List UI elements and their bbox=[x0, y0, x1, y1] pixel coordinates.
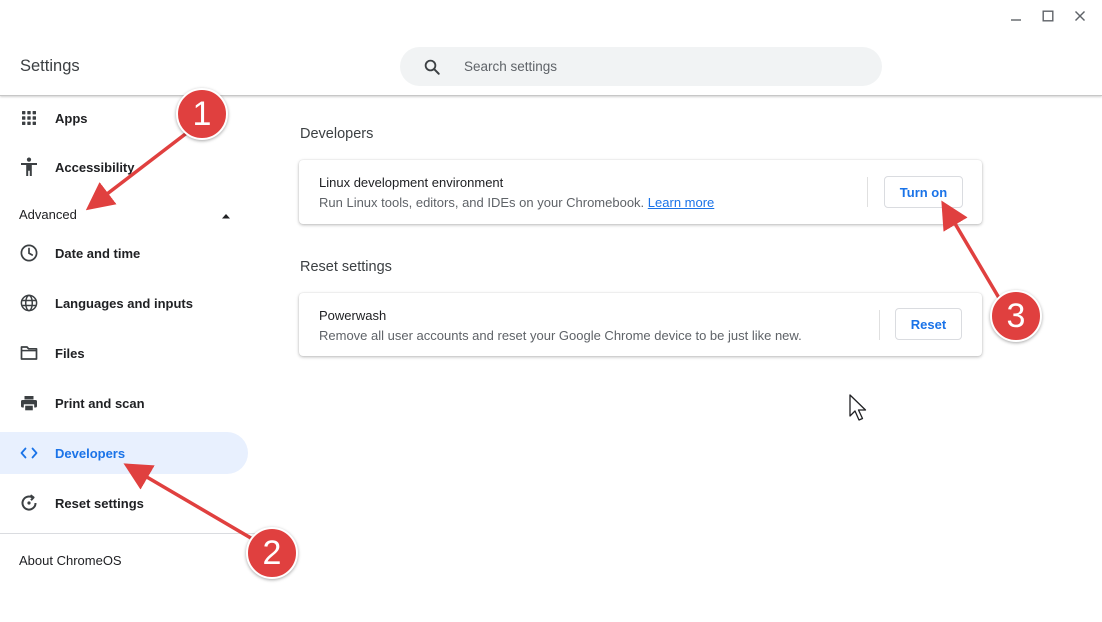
sidebar-item-developers[interactable]: Developers bbox=[0, 432, 248, 474]
sidebar-nav: Apps Accessibility Advanced Date and tim… bbox=[0, 97, 260, 622]
developers-heading: Developers bbox=[300, 126, 374, 142]
sidebar-item-reset-settings[interactable]: Reset settings bbox=[0, 482, 248, 524]
minimize-icon[interactable] bbox=[1000, 6, 1032, 26]
code-brackets-icon bbox=[19, 443, 39, 463]
learn-more-link[interactable]: Learn more bbox=[648, 195, 714, 210]
turn-on-button[interactable]: Turn on bbox=[884, 176, 963, 208]
caret-up-icon bbox=[221, 207, 231, 222]
reset-button[interactable]: Reset bbox=[895, 308, 962, 340]
search-icon[interactable] bbox=[400, 58, 464, 76]
window-controls bbox=[1000, 6, 1096, 26]
annotation-badge-2: 2 bbox=[246, 527, 298, 579]
sidebar-item-files[interactable]: Files bbox=[0, 332, 248, 374]
search-input[interactable] bbox=[464, 59, 844, 74]
powerwash-description: Remove all user accounts and reset your … bbox=[319, 328, 802, 343]
close-icon[interactable] bbox=[1064, 6, 1096, 26]
card-divider bbox=[879, 310, 880, 340]
sidebar-item-print-and-scan[interactable]: Print and scan bbox=[0, 382, 248, 424]
accessibility-icon bbox=[19, 157, 39, 177]
linux-dev-title: Linux development environment bbox=[319, 175, 504, 190]
printer-icon bbox=[19, 393, 39, 413]
apps-grid-icon bbox=[19, 108, 39, 128]
folder-icon bbox=[19, 343, 39, 363]
globe-icon bbox=[19, 293, 39, 313]
reset-icon bbox=[19, 493, 39, 513]
sidebar-item-label: Developers bbox=[55, 445, 126, 461]
mouse-cursor-icon bbox=[849, 394, 869, 427]
annotation-badge-3: 3 bbox=[990, 290, 1042, 342]
maximize-icon[interactable] bbox=[1032, 6, 1064, 26]
app-title: Settings bbox=[20, 57, 80, 75]
linux-dev-description-row: Run Linux tools, editors, and IDEs on yo… bbox=[319, 195, 714, 210]
sidebar-item-label: Date and time bbox=[55, 245, 141, 261]
sidebar-item-about-chromeos[interactable]: About ChromeOS bbox=[19, 553, 122, 568]
reset-settings-heading: Reset settings bbox=[300, 259, 392, 275]
annotation-badge-1: 1 bbox=[176, 88, 228, 140]
powerwash-title: Powerwash bbox=[319, 308, 387, 323]
sidebar-item-label: Files bbox=[55, 345, 85, 361]
header-bar: Settings bbox=[0, 0, 1102, 96]
sidebar-item-label: Print and scan bbox=[55, 395, 145, 411]
sidebar-item-label: Languages and inputs bbox=[55, 295, 193, 311]
search-box[interactable] bbox=[400, 47, 882, 86]
card-divider bbox=[867, 177, 868, 207]
sidebar-item-languages-and-inputs[interactable]: Languages and inputs bbox=[0, 282, 248, 324]
advanced-section-label: Advanced bbox=[19, 206, 77, 222]
sidebar-divider bbox=[0, 533, 260, 534]
powerwash-card: Powerwash Remove all user accounts and r… bbox=[299, 293, 982, 356]
advanced-section-toggle[interactable]: Advanced bbox=[19, 202, 231, 226]
sidebar-item-label: Accessibility bbox=[55, 159, 135, 175]
sidebar-item-accessibility[interactable]: Accessibility bbox=[0, 146, 248, 188]
sidebar-item-label: Apps bbox=[55, 110, 88, 126]
sidebar-item-date-and-time[interactable]: Date and time bbox=[0, 232, 248, 274]
sidebar-item-label: Reset settings bbox=[55, 495, 144, 511]
linux-dev-description: Run Linux tools, editors, and IDEs on yo… bbox=[319, 195, 645, 210]
linux-dev-card: Linux development environment Run Linux … bbox=[299, 160, 982, 224]
clock-icon bbox=[19, 243, 39, 263]
